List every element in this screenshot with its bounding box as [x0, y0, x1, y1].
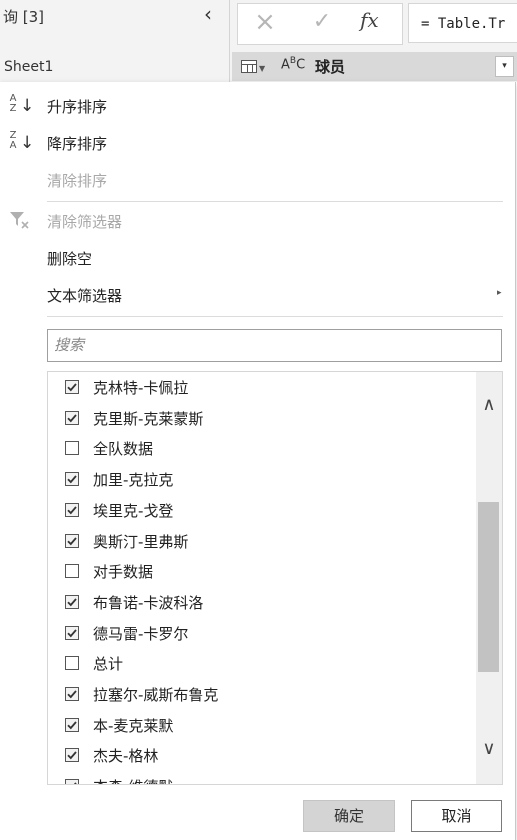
filter-checkbox[interactable]	[65, 380, 79, 394]
menu-label: 清除排序	[47, 172, 108, 190]
menu-item-sort-ascending[interactable]: AZ ↓ 升序排序	[0, 90, 510, 120]
queries-pane-title: 询 [3]	[3, 8, 45, 26]
column-name: 球员	[315, 58, 346, 76]
filter-list-item[interactable]: 布鲁诺-卡波科洛	[48, 588, 468, 618]
filter-list-item[interactable]: 杰夫-格林	[48, 741, 468, 771]
filter-item-label: 杰森-维德默	[93, 776, 173, 784]
filter-checkbox[interactable]	[65, 717, 79, 732]
column-header[interactable]	[232, 52, 517, 81]
search-input[interactable]: 搜索	[47, 329, 502, 362]
menu-label: 清除筛选器	[47, 213, 123, 231]
filter-list-item[interactable]: 拉塞尔-威斯布鲁克	[48, 680, 468, 710]
menu-divider	[47, 316, 503, 317]
filter-item-label: 总计	[93, 655, 124, 674]
filter-item-label: 埃里克-戈登	[93, 501, 174, 520]
chevron-left-icon: ‹	[204, 2, 212, 26]
filter-list-item[interactable]: 杰森-维德默	[48, 772, 468, 784]
cancel-formula-button[interactable]: ×	[252, 8, 278, 36]
filter-checkbox[interactable]	[65, 656, 79, 671]
clear-filter-icon	[8, 209, 38, 233]
filter-list-item[interactable]: 对手数据	[48, 557, 468, 587]
filter-value-list: 克林特-卡佩拉 克里斯-克莱蒙斯 全队数据加里-克拉克 埃里克-戈登 奥斯汀-里弗斯 对手…	[47, 371, 503, 785]
filter-item-label: 本-麦克莱默	[93, 716, 174, 735]
chevron-down-icon: ▾	[502, 61, 507, 71]
filter-checkbox[interactable]	[65, 441, 79, 456]
menu-item-text-filters[interactable]: 文本筛选器	[0, 279, 510, 309]
filter-item-label: 加里-克拉克	[93, 471, 174, 490]
filter-list-item[interactable]: 加里-克拉克	[48, 465, 468, 495]
filter-checkbox[interactable]	[65, 594, 79, 609]
scroll-down-button[interactable]: ∨	[476, 736, 502, 762]
filter-list-item[interactable]: 奥斯汀-里弗斯	[48, 527, 468, 557]
filter-item-label: 克林特-卡佩拉	[93, 379, 189, 397]
table-icon[interactable]	[241, 60, 257, 73]
menu-item-clear-filter[interactable]: 清除筛选器	[0, 205, 510, 235]
menu-label: 删除空	[47, 250, 93, 268]
menu-item-remove-empty[interactable]: 删除空	[0, 242, 510, 272]
menu-label: 文本筛选器	[47, 287, 123, 305]
filter-checkbox[interactable]	[65, 564, 79, 579]
filter-checkbox[interactable]	[65, 625, 79, 640]
filter-list-item[interactable]: 本-麦克莱默	[48, 711, 468, 741]
filter-checkbox[interactable]	[65, 687, 79, 701]
menu-item-clear-sort[interactable]: 清除排序	[0, 164, 510, 194]
filter-checkbox[interactable]	[65, 472, 79, 487]
filter-checkbox[interactable]	[65, 502, 79, 517]
filter-checkbox[interactable]	[65, 748, 79, 763]
filter-list-item[interactable]: 总计	[48, 649, 468, 679]
filter-item-label: 拉塞尔-威斯布鲁克	[93, 686, 219, 704]
scroll-up-button[interactable]: ∧	[476, 392, 502, 418]
formula-input[interactable]: = Table.Tr	[408, 3, 517, 43]
filter-list-item[interactable]: 克里斯-克莱蒙斯	[48, 404, 468, 434]
text-type-icon[interactable]: ABC	[281, 56, 305, 72]
submenu-arrow-icon: ▸	[497, 288, 502, 298]
menu-label: 升序排序	[47, 98, 108, 116]
filter-checkbox[interactable]	[65, 779, 79, 784]
close-icon: ×	[254, 7, 276, 37]
filter-checkbox[interactable]	[65, 410, 79, 425]
query-item-sheet1[interactable]: Sheet1	[4, 59, 53, 75]
table-menu-caret-icon[interactable]: ▼	[259, 64, 265, 73]
fx-icon[interactable]: fx	[360, 8, 379, 32]
chevron-up-icon: ∧	[482, 394, 496, 415]
ok-button[interactable]: 确定	[303, 800, 395, 832]
filter-item-label: 布鲁诺-卡波科洛	[93, 593, 204, 612]
menu-item-sort-descending[interactable]: ZA ↓ 降序排序	[0, 127, 510, 157]
column-filter-dropdown-button[interactable]: ▾	[495, 56, 514, 77]
filter-item-label: 克里斯-克莱蒙斯	[93, 409, 204, 428]
scrollbar-thumb[interactable]	[478, 502, 499, 672]
filter-checkbox[interactable]	[65, 533, 79, 548]
filter-item-label: 德马雷-卡罗尔	[93, 624, 189, 643]
filter-list-item[interactable]: 埃里克-戈登	[48, 496, 468, 526]
filter-item-label: 全队数据	[93, 440, 154, 459]
collapse-pane-button[interactable]: ‹	[197, 2, 219, 26]
cancel-button[interactable]: 取消	[411, 800, 502, 832]
sort-descending-icon: ZA ↓	[9, 130, 35, 154]
filter-list-item[interactable]: 全队数据	[48, 434, 468, 464]
confirm-formula-button[interactable]: ✓	[309, 8, 335, 36]
menu-label: 降序排序	[47, 135, 108, 153]
check-icon: ✓	[312, 9, 332, 34]
filter-list-item[interactable]: 克林特-卡佩拉	[48, 373, 468, 403]
sort-ascending-icon: AZ ↓	[9, 93, 35, 117]
filter-item-label: 奥斯汀-里弗斯	[93, 532, 189, 551]
filter-item-label: 对手数据	[93, 563, 154, 582]
filter-list-item[interactable]: 德马雷-卡罗尔	[48, 619, 468, 649]
chevron-down-icon: ∨	[482, 738, 496, 759]
menu-divider	[47, 201, 503, 202]
filter-item-label: 杰夫-格林	[93, 747, 159, 766]
